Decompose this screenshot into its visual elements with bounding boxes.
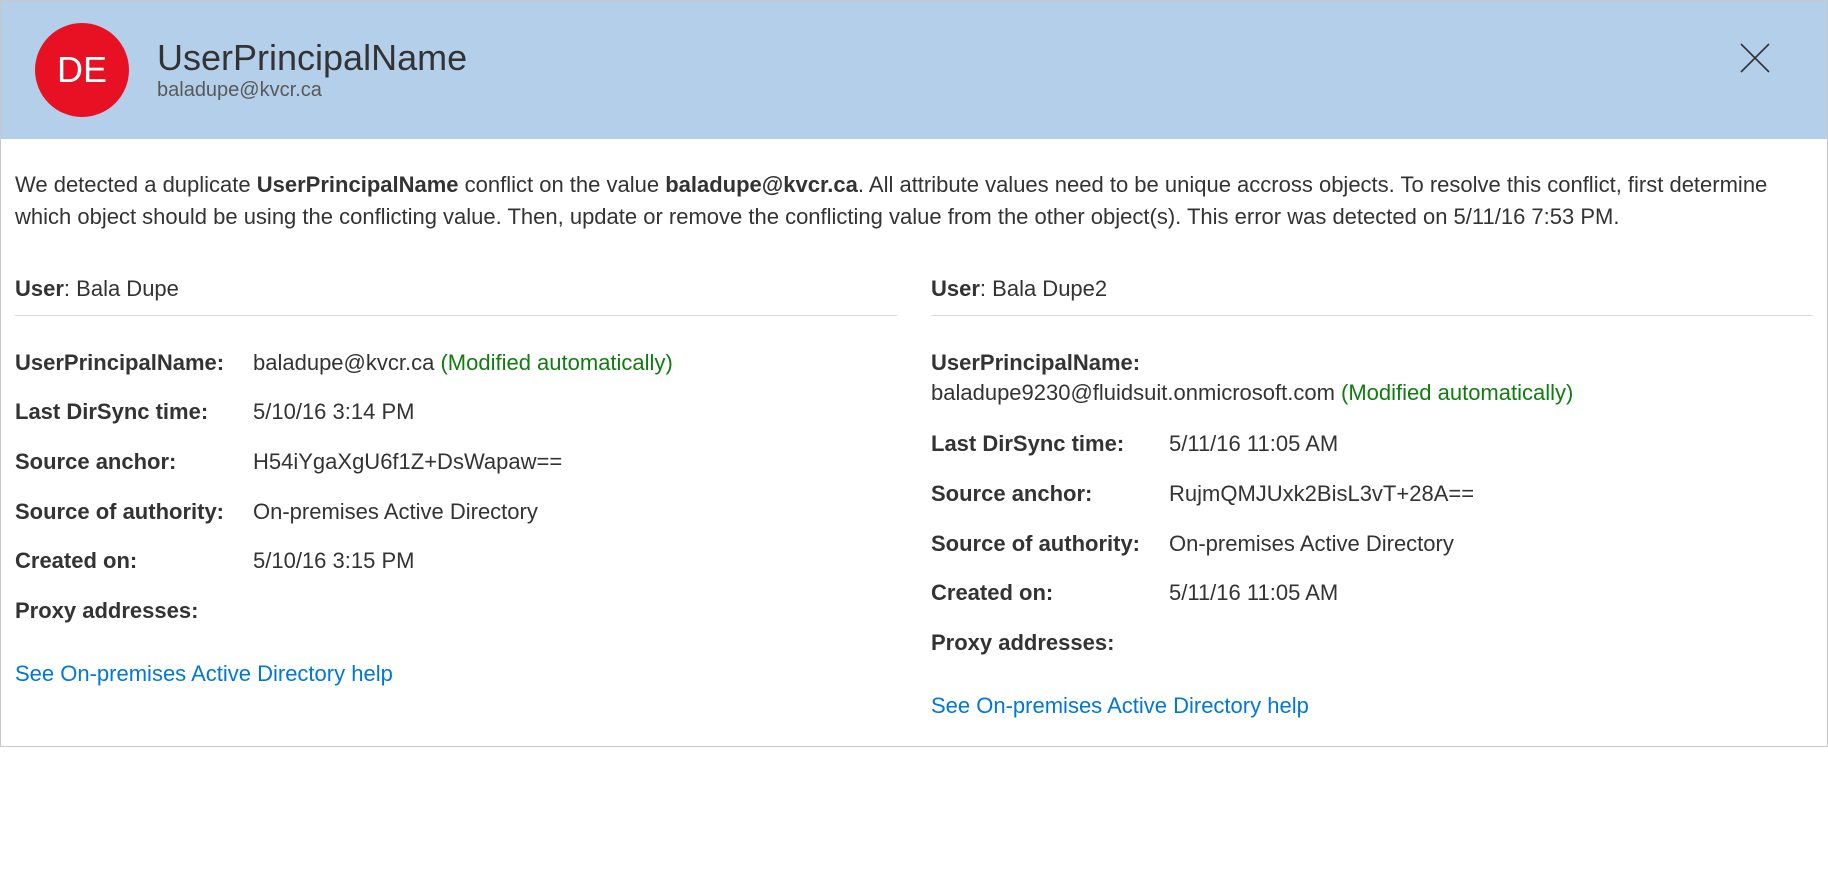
- colon: :: [980, 276, 992, 301]
- attr-upn: UserPrincipalName: baladupe9230@fluidsui…: [931, 338, 1813, 420]
- attr-source-anchor: Source anchor: RujmQMJUxk2BisL3vT+28A==: [931, 469, 1813, 519]
- user-name: Bala Dupe: [76, 276, 179, 301]
- title-block: UserPrincipalName baladupe@kvcr.ca: [157, 38, 1729, 103]
- attr-value: 5/11/16 11:05 AM: [1169, 578, 1813, 608]
- msg-text: We detected a duplicate: [15, 172, 257, 197]
- attr-value: baladupe@kvcr.ca (Modified automatically…: [253, 348, 897, 378]
- attr-source-of-authority: Source of authority: On-premises Active …: [931, 519, 1813, 569]
- attr-upn: UserPrincipalName: baladupe@kvcr.ca (Mod…: [15, 338, 897, 388]
- close-icon: [1737, 40, 1773, 76]
- conflict-message: We detected a duplicate UserPrincipalNam…: [15, 169, 1813, 233]
- attr-created-on: Created on: 5/10/16 3:15 PM: [15, 536, 897, 586]
- help-link[interactable]: See On-premises Active Directory help: [15, 658, 393, 690]
- attr-value: 5/10/16 3:14 PM: [253, 397, 897, 427]
- attr-source-of-authority: Source of authority: On-premises Active …: [15, 487, 897, 537]
- upn-value: baladupe@kvcr.ca: [253, 350, 440, 375]
- attr-source-anchor: Source anchor: H54iYgaXgU6f1Z+DsWapaw==: [15, 437, 897, 487]
- user-name: Bala Dupe2: [992, 276, 1107, 301]
- attr-label: Source anchor:: [931, 479, 1169, 509]
- attr-value: 5/10/16 3:15 PM: [253, 546, 897, 576]
- close-button[interactable]: [1729, 32, 1781, 89]
- user-avatar: DE: [35, 23, 129, 117]
- attr-label: UserPrincipalName:: [931, 348, 1813, 379]
- attr-last-dirsync: Last DirSync time: 5/11/16 11:05 AM: [931, 419, 1813, 469]
- dialog-frame: DE UserPrincipalName baladupe@kvcr.ca We…: [0, 0, 1828, 747]
- attr-label: Last DirSync time:: [931, 429, 1169, 459]
- attr-value: RujmQMJUxk2BisL3vT+28A==: [1169, 479, 1813, 509]
- attr-proxy-addresses: Proxy addresses:: [15, 586, 897, 636]
- attr-value: On-premises Active Directory: [253, 497, 897, 527]
- dialog-title: UserPrincipalName: [157, 38, 1729, 78]
- attr-value: H54iYgaXgU6f1Z+DsWapaw==: [253, 447, 897, 477]
- attr-proxy-addresses: Proxy addresses:: [931, 618, 1813, 668]
- colon: :: [64, 276, 76, 301]
- attr-label: Proxy addresses:: [931, 628, 1169, 658]
- attr-label: Created on:: [15, 546, 253, 576]
- attr-value: [1169, 628, 1813, 658]
- dialog-body: We detected a duplicate UserPrincipalNam…: [1, 139, 1827, 746]
- user-label: User: [15, 276, 64, 301]
- attr-label: Proxy addresses:: [15, 596, 253, 626]
- attr-label: Source of authority:: [931, 529, 1169, 559]
- user-column-right: User: Bala Dupe2 UserPrincipalName: bala…: [931, 273, 1813, 722]
- attr-label: Created on:: [931, 578, 1169, 608]
- user-column-left: User: Bala Dupe UserPrincipalName: balad…: [15, 273, 897, 722]
- user-label: User: [931, 276, 980, 301]
- attr-label: Last DirSync time:: [15, 397, 253, 427]
- attr-value: baladupe9230@fluidsuit.onmicrosoft.com (…: [931, 378, 1813, 409]
- attr-label: Source anchor:: [15, 447, 253, 477]
- attr-value: On-premises Active Directory: [1169, 529, 1813, 559]
- attr-label: UserPrincipalName:: [15, 348, 253, 378]
- msg-conflict-value: baladupe@kvcr.ca: [665, 172, 858, 197]
- attr-value: 5/11/16 11:05 AM: [1169, 429, 1813, 459]
- attr-value: [253, 596, 897, 626]
- modified-automatically-tag: (Modified automatically): [1341, 380, 1573, 405]
- attr-created-on: Created on: 5/11/16 11:05 AM: [931, 568, 1813, 618]
- details-columns: User: Bala Dupe UserPrincipalName: balad…: [15, 273, 1813, 722]
- msg-text: conflict on the value: [459, 172, 666, 197]
- help-link[interactable]: See On-premises Active Directory help: [931, 690, 1309, 722]
- attr-label: Source of authority:: [15, 497, 253, 527]
- dialog-subtitle: baladupe@kvcr.ca: [157, 79, 1729, 102]
- user-header: User: Bala Dupe: [15, 273, 897, 316]
- avatar-initials: DE: [57, 49, 107, 91]
- dialog-header: DE UserPrincipalName baladupe@kvcr.ca: [1, 1, 1827, 139]
- modified-automatically-tag: (Modified automatically): [440, 350, 672, 375]
- msg-attribute-name: UserPrincipalName: [257, 172, 459, 197]
- upn-value: baladupe9230@fluidsuit.onmicrosoft.com: [931, 380, 1341, 405]
- attr-last-dirsync: Last DirSync time: 5/10/16 3:14 PM: [15, 387, 897, 437]
- user-header: User: Bala Dupe2: [931, 273, 1813, 316]
